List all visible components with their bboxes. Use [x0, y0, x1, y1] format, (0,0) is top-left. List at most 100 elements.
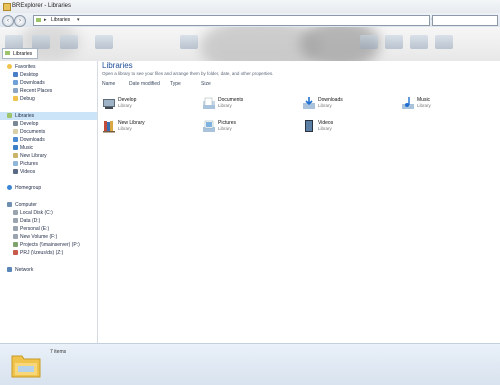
details-pane: 7 items — [0, 343, 500, 385]
libraries-icon — [5, 51, 10, 55]
library-item-videos[interactable]: Videos Library — [302, 118, 402, 138]
music-icon — [13, 145, 18, 150]
desktop-icon — [13, 72, 18, 77]
libraries-icon — [7, 113, 12, 118]
sidebar-label: Libraries — [15, 113, 35, 119]
sidebar-label: Projects (\\mainserver) (P:) — [20, 242, 80, 248]
sidebar-label: Pictures — [20, 161, 39, 167]
toolbar-button[interactable] — [385, 35, 403, 49]
library-item-develop[interactable]: Develop Library — [102, 95, 202, 115]
toolbar-button[interactable] — [5, 35, 23, 49]
documents-library-icon — [203, 97, 215, 109]
toolbar-button[interactable] — [360, 35, 378, 49]
sidebar-label: Debug — [20, 96, 35, 102]
sidebar-item-drive-d[interactable]: Data (D:) — [0, 217, 97, 225]
column-header-name[interactable]: Name — [102, 81, 115, 87]
toolbar-button[interactable] — [32, 35, 50, 49]
sidebar-item-downloads[interactable]: Downloads — [0, 79, 97, 87]
star-icon — [7, 64, 12, 69]
sidebar-label: Downloads — [20, 137, 45, 143]
network-drive-icon — [13, 242, 18, 247]
develop-library-icon — [103, 99, 115, 109]
network-icon — [7, 267, 12, 272]
sidebar-label: Videos — [20, 169, 36, 175]
libraries-icon — [36, 18, 41, 22]
sidebar-item-drive-f[interactable]: New Volume (F:) — [0, 233, 97, 241]
column-header-type[interactable]: Type — [170, 81, 181, 87]
downloads-icon — [13, 80, 18, 85]
navigation-pane: Favorites Desktop Downloads Recent Place… — [0, 61, 98, 343]
downloads-icon — [13, 137, 18, 142]
sidebar-item-homegroup[interactable]: Homegroup — [0, 184, 97, 192]
sidebar-item-debug[interactable]: Debug — [0, 95, 97, 103]
sidebar-item-documents[interactable]: Documents — [0, 128, 97, 136]
address-bar[interactable]: ▸ Libraries ▾ — [33, 15, 430, 26]
library-item-new-library[interactable]: New Library Library — [102, 118, 202, 138]
sidebar-label: New Volume (F:) — [20, 234, 58, 240]
sidebar-item-desktop[interactable]: Desktop — [0, 71, 97, 79]
sidebar-item-new-library[interactable]: New Library — [0, 152, 97, 160]
column-header-date[interactable]: Date modified — [129, 81, 160, 87]
back-button[interactable]: ‹ — [2, 15, 14, 27]
library-item-downloads[interactable]: Downloads Library — [302, 95, 402, 115]
sidebar-item-computer[interactable]: Computer — [0, 201, 97, 209]
homegroup-icon — [7, 185, 12, 190]
videos-library-icon — [305, 120, 313, 132]
library-type: Library — [118, 103, 132, 108]
sidebar-item-drive-p[interactable]: Projects (\\mainserver) (P:) — [0, 241, 97, 249]
breadcrumb-libraries[interactable]: Libraries — [51, 17, 70, 23]
sidebar-label: New Library — [20, 153, 47, 159]
sidebar-item-drive-e[interactable]: Personal (E:) — [0, 225, 97, 233]
sidebar-item-drive-z[interactable]: PRJ (\\zeus\ds) (Z:) — [0, 249, 97, 257]
breadcrumb-dropdown[interactable]: ▾ — [77, 17, 80, 23]
recent-places-icon — [13, 88, 18, 93]
downloads-library-icon — [303, 97, 315, 109]
sidebar-label: Develop — [20, 121, 39, 127]
sidebar-item-recent-places[interactable]: Recent Places — [0, 87, 97, 95]
toolbar-button[interactable] — [410, 35, 428, 49]
column-header-size[interactable]: Size — [201, 81, 211, 87]
drive-icon — [13, 210, 18, 215]
documents-icon — [13, 129, 18, 134]
sidebar-item-drive-c[interactable]: Local Disk (C:) — [0, 209, 97, 217]
page-title: Libraries — [102, 61, 133, 70]
sidebar-label: Network — [15, 267, 34, 273]
sidebar-label: Favorites — [15, 64, 36, 70]
library-item-documents[interactable]: Documents Library — [202, 95, 302, 115]
sidebar-label: Data (D:) — [20, 218, 41, 224]
navigation-bar: ‹ › ▸ Libraries ▾ ⟳ — [0, 13, 500, 27]
toolbar: ? — [0, 27, 500, 61]
library-item-music[interactable]: Music Library — [401, 95, 500, 115]
library-type: Library — [417, 103, 431, 108]
sidebar-item-develop[interactable]: Develop — [0, 120, 97, 128]
sidebar-item-music[interactable]: Music — [0, 144, 97, 152]
page-subtitle: Open a library to see your files and arr… — [102, 71, 274, 76]
computer-icon — [7, 202, 12, 207]
window-title: BRExplorer - Libraries — [12, 3, 72, 9]
toolbar-button[interactable] — [180, 35, 198, 49]
search-input[interactable] — [432, 15, 498, 26]
drive-icon — [13, 234, 18, 239]
sidebar-label: Recent Places — [20, 88, 53, 94]
library-icon — [13, 153, 18, 158]
sidebar-item-downloads-library[interactable]: Downloads — [0, 136, 97, 144]
sidebar-label: Homegroup — [15, 185, 42, 191]
forward-button[interactable]: › — [14, 15, 26, 27]
sidebar-label: Personal (E:) — [20, 226, 50, 232]
drive-icon — [13, 218, 18, 223]
sidebar-label: Local Disk (C:) — [20, 210, 53, 216]
library-item-pictures[interactable]: Pictures Library — [202, 118, 302, 138]
toolbar-button[interactable] — [95, 35, 113, 49]
videos-icon — [13, 169, 18, 174]
breadcrumb-separator[interactable]: ▸ — [44, 17, 47, 23]
sidebar-item-pictures[interactable]: Pictures — [0, 160, 97, 168]
sidebar-item-network[interactable]: Network — [0, 266, 97, 274]
sidebar-label: Desktop — [20, 72, 39, 78]
sidebar-item-libraries[interactable]: Libraries — [0, 112, 97, 120]
sidebar-label: Documents — [20, 129, 46, 135]
toolbar-button[interactable] — [60, 35, 78, 49]
sidebar-item-favorites[interactable]: Favorites — [0, 63, 97, 71]
ribbon-tab-libraries[interactable]: Libraries — [2, 48, 38, 59]
toolbar-button[interactable] — [435, 35, 453, 49]
sidebar-item-videos[interactable]: Videos — [0, 168, 97, 176]
